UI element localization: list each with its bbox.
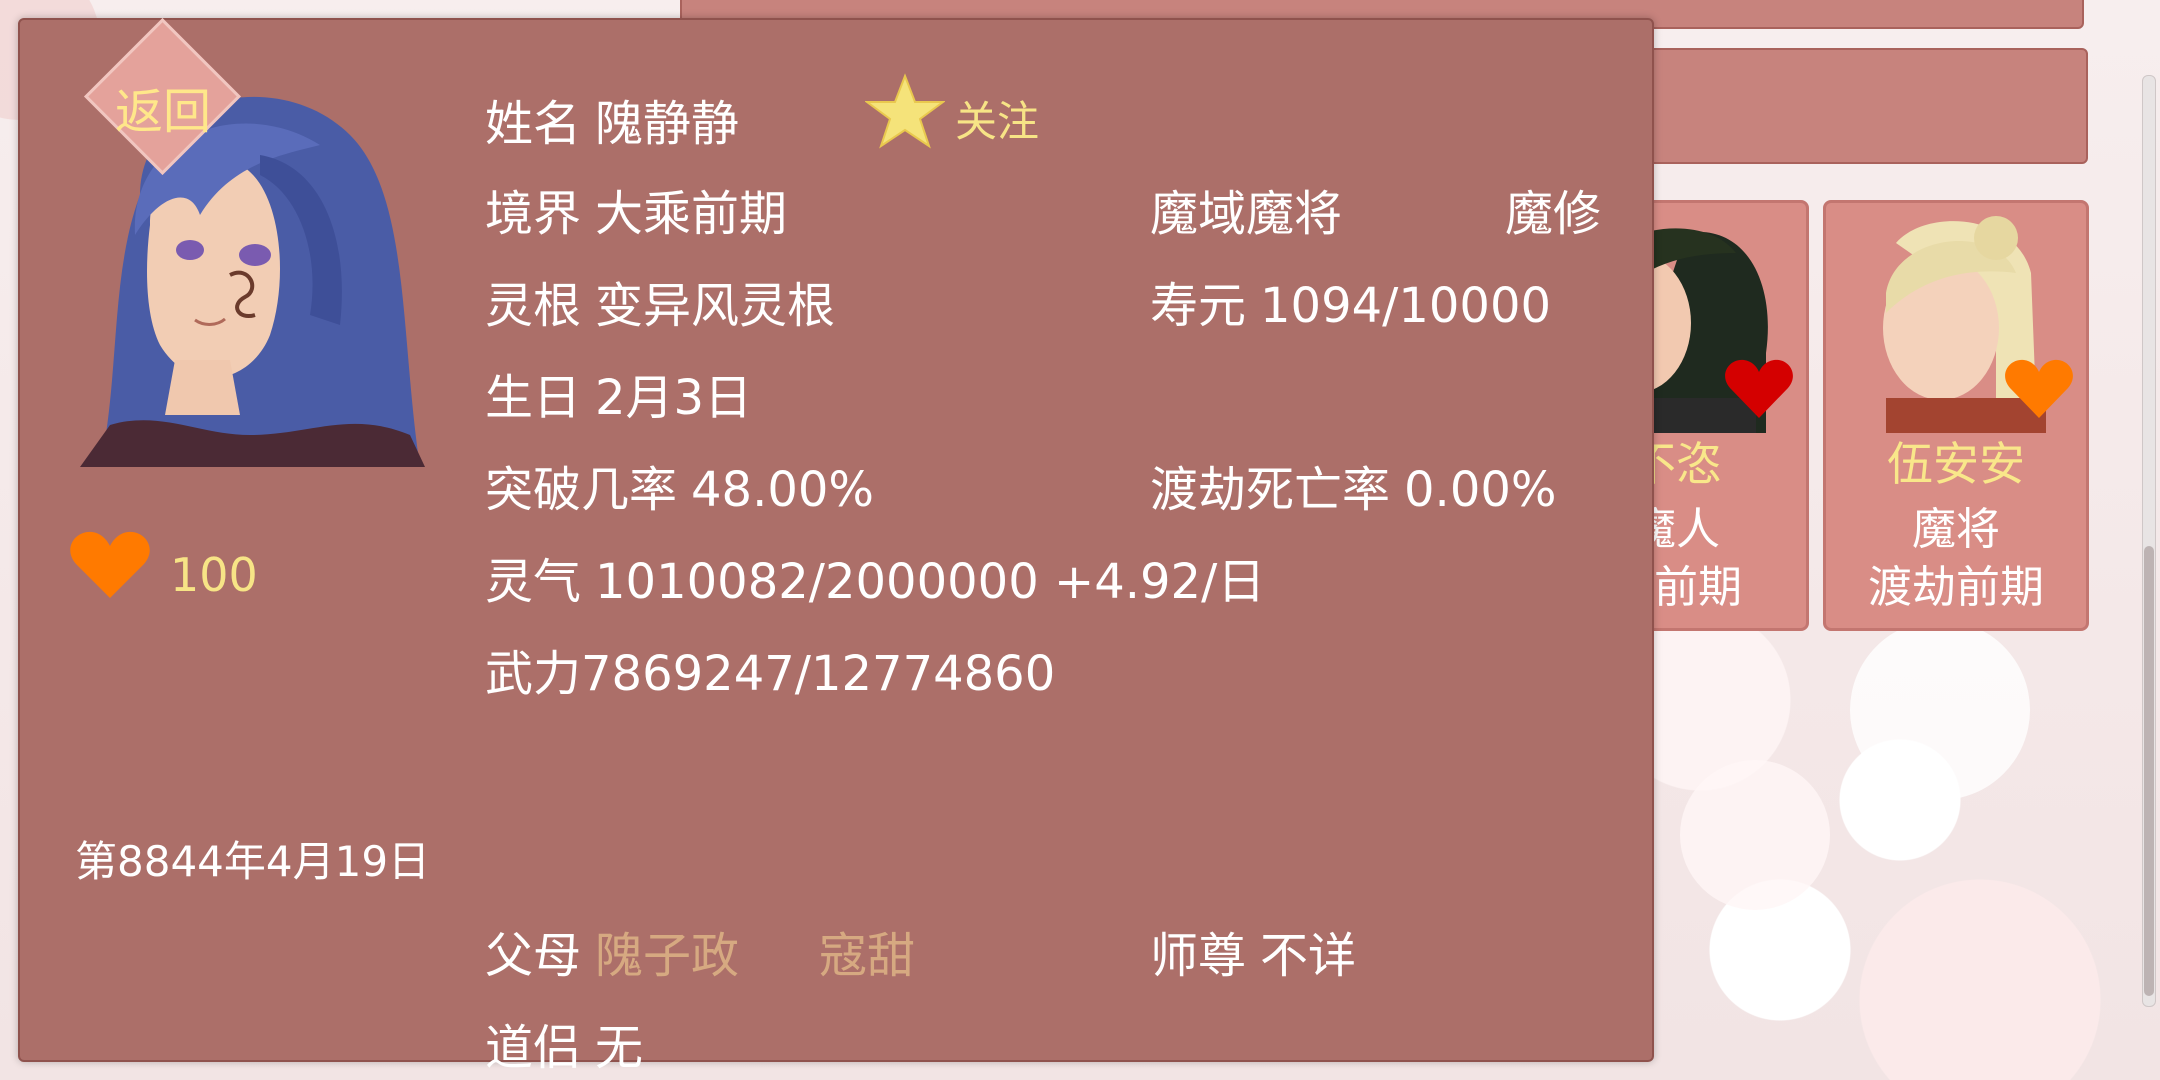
parents-label: 父母 (485, 928, 582, 984)
name-label: 姓名 (485, 96, 582, 152)
lifespan-value: 1094/10000 (1260, 278, 1552, 334)
star-icon[interactable] (865, 72, 945, 152)
qi-row: 灵气 1010082/2000000 +4.92/日 (485, 542, 1265, 612)
tribulation-row: 渡劫死亡率 0.00% (1150, 450, 1557, 520)
realm-label: 境界 (485, 186, 582, 242)
master-row: 师尊 不详 (1150, 916, 1356, 986)
breakthrough-row: 突破几率 48.00% (485, 450, 874, 520)
disciple-card[interactable]: 伍安安 魔将 渡劫前期 (1823, 200, 2089, 631)
path-value: 魔修 (1505, 186, 1602, 242)
master-label: 师尊 (1150, 928, 1247, 984)
follow-button[interactable]: 关注 (955, 88, 1039, 149)
name-row: 姓名 隗静静 (485, 84, 739, 154)
parents-row: 父母 隗子政 寇甜 (485, 916, 915, 986)
birthday-label: 生日 (485, 370, 582, 426)
tribulation-label: 渡劫死亡率 (1150, 462, 1391, 518)
power-value: 武力7869247/12774860 (485, 646, 1056, 702)
partner-label: 道侣 (485, 1020, 582, 1076)
game-date: 第8844年4月19日 (75, 837, 431, 886)
affection-value: 100 (170, 548, 258, 602)
realm-value: 大乘前期 (595, 186, 788, 242)
back-button-label[interactable]: 返回 (88, 72, 238, 142)
heart-icon (1725, 359, 1793, 418)
spirit-root-row: 灵根 变异风灵根 (485, 266, 835, 336)
birthday-value: 2月3日 (595, 370, 753, 426)
spirit-root-label: 灵根 (485, 278, 582, 334)
name-value: 隗静静 (595, 96, 740, 152)
tribulation-value: 0.00% (1404, 462, 1557, 518)
card-name: 伍安安 (1887, 437, 2025, 491)
father-link[interactable]: 隗子政 (595, 928, 739, 984)
lifespan-label: 寿元 (1150, 278, 1247, 334)
realm-row: 境界 大乘前期 (485, 174, 787, 244)
mother-link[interactable]: 寇甜 (819, 928, 915, 984)
spirit-root-value: 变异风灵根 (595, 278, 836, 334)
scrollbar-thumb[interactable] (2144, 546, 2154, 996)
master-value: 不详 (1260, 928, 1357, 984)
heart-icon (2005, 359, 2073, 418)
scrollbar[interactable] (2142, 75, 2156, 1007)
qi-label: 灵气 (485, 554, 582, 610)
card-realm: 渡劫前期 (1868, 562, 2044, 613)
heart-icon (70, 531, 150, 598)
qi-value: 1010082/2000000 +4.92/日 (595, 554, 1266, 610)
background-flower (1680, 760, 1830, 910)
breakthrough-value: 48.00% (691, 462, 875, 518)
character-detail-popup: 返回 100 第8844年4月19日 姓名 隗静静 关注 境界 大乘前期 魔域魔将 … (18, 18, 1654, 1076)
partner-row: 道侣无 (485, 1008, 643, 1078)
background-flower (1850, 620, 2030, 800)
faction-value: 魔域魔将 (1150, 186, 1343, 242)
breakthrough-label: 突破几率 (485, 462, 678, 518)
birthday-row: 生日 2月3日 (485, 358, 752, 428)
card-role: 魔将 (1912, 504, 2000, 555)
lifespan-row: 寿元 1094/10000 (1150, 266, 1551, 336)
partner-value: 无 (595, 1020, 644, 1076)
